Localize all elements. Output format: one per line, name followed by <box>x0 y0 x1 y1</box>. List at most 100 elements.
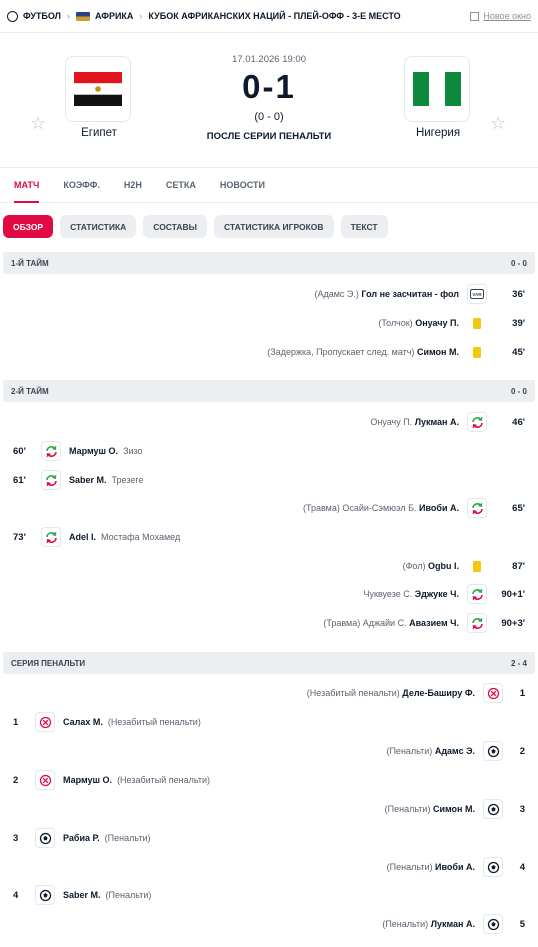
subtab-player-stats[interactable]: СТАТИСТИКА ИГРОКОВ <box>214 215 334 238</box>
substitution-icon <box>41 527 61 547</box>
player-name[interactable]: Saber M. <box>69 475 107 485</box>
africa-flag-icon <box>76 11 90 21</box>
penalty-scored-icon <box>483 857 503 877</box>
svg-text:VAR: VAR <box>472 292 482 297</box>
player-name[interactable]: Лукман А. <box>431 919 475 929</box>
player-name[interactable]: Симон М. <box>433 804 475 814</box>
egypt-flag-logo <box>65 56 131 122</box>
event-detail: (Толчок) <box>378 318 413 328</box>
subtabs: ОБЗОР СТАТИСТИКА СОСТАВЫ СТАТИСТИКА ИГРО… <box>0 203 538 250</box>
match-score: 0-1 <box>242 68 296 105</box>
penalty-row: 3 Рабиа Р. (Пенальти) <box>0 828 538 848</box>
yellow-card-icon <box>467 313 487 333</box>
event-detail: Мостафа Мохамед <box>101 532 181 542</box>
penalty-number: 3 <box>519 803 525 815</box>
penalty-row: (Незабитый пенальти) Деле-Баширу Ф. 1 <box>0 683 538 703</box>
event-detail: Чуквуезе С. <box>363 589 413 599</box>
penalty-scored-icon <box>483 741 503 761</box>
penalty-row: 1 Салах М. (Незабитый пенальти) <box>0 712 538 732</box>
subtab-overview[interactable]: ОБЗОР <box>3 215 54 238</box>
subtab-text[interactable]: ТЕКСТ <box>340 215 388 238</box>
penalty-number: 3 <box>13 832 19 844</box>
substitution-icon <box>467 584 487 604</box>
player-name[interactable]: Saber M. <box>63 890 101 900</box>
event-detail: (Пенальти) <box>384 804 431 814</box>
match-tabs: МАТЧ КОЭФФ. H2H СЕТКА НОВОСТИ <box>0 168 538 203</box>
new-window-link[interactable]: Новое окно <box>470 11 531 21</box>
match-header: ☆ Египет 17.01.2026 19:00 0-1 (0 - 0) ПО… <box>0 33 538 168</box>
event-row: (Адамс Э.) Гол не засчитан - фол VAR 36' <box>0 284 538 304</box>
away-team-name[interactable]: Нигерия <box>378 127 498 139</box>
event-minute: 39' <box>512 317 525 329</box>
player-name[interactable]: Ивоби А. <box>419 503 459 513</box>
event-detail: Трезеге <box>111 475 144 485</box>
tab-h2h[interactable]: H2H <box>124 180 142 202</box>
tab-bracket[interactable]: СЕТКА <box>166 180 196 202</box>
yellow-card-icon <box>467 556 487 576</box>
event-detail: (Травма) Осайи-Сэмюэл Б. <box>302 503 417 513</box>
player-name[interactable]: Adel I. <box>69 532 96 542</box>
player-name[interactable]: Адамс Э. <box>435 746 475 756</box>
penalty-number: 4 <box>519 861 525 873</box>
breadcrumb-region[interactable]: АФРИКА <box>76 11 133 21</box>
yellow-card-shape <box>473 317 481 329</box>
penalty-scored-icon <box>483 914 503 934</box>
player-name[interactable]: Мармуш О. <box>63 775 112 785</box>
player-name[interactable]: Симон М. <box>417 347 459 357</box>
tab-odds[interactable]: КОЭФФ. <box>63 180 100 202</box>
away-team[interactable] <box>404 56 472 122</box>
event-detail: Зизо <box>123 446 143 456</box>
event-detail: (Травма) Аджайи С. <box>323 618 407 628</box>
penalty-number: 2 <box>519 745 525 757</box>
subtab-lineups[interactable]: СОСТАВЫ <box>143 215 207 238</box>
tab-news[interactable]: НОВОСТИ <box>220 180 265 202</box>
yellow-card-shape <box>473 560 481 572</box>
player-name[interactable]: Онуачу П. <box>415 318 459 328</box>
match-datetime: 17.01.2026 19:00 <box>232 54 306 65</box>
event-minute: 61' <box>13 474 26 486</box>
event-row: 61' Saber M. Трезеге <box>0 470 538 490</box>
home-team-name[interactable]: Египет <box>39 127 159 139</box>
event-minute: 45' <box>512 346 525 358</box>
favorite-star-icon[interactable]: ☆ <box>490 113 506 134</box>
event-detail: (Незабитый пенальти) <box>117 775 211 785</box>
event-row: (Травма) Осайи-Сэмюэл Б. Ивоби А. 65' <box>0 498 538 518</box>
event-detail: (Фол) <box>402 561 426 571</box>
chevron-right-icon: › <box>139 11 143 21</box>
penalty-scored-icon <box>483 799 503 819</box>
penalty-scored-icon <box>35 828 55 848</box>
breadcrumb-competition[interactable]: КУБОК АФРИКАНСКИХ НАЦИЙ - ПЛЕЙ-ОФФ - 3-Е… <box>148 11 400 21</box>
player-name[interactable]: Лукман А. <box>415 417 459 427</box>
tab-match[interactable]: МАТЧ <box>14 180 40 203</box>
match-status: ПОСЛЕ СЕРИИ ПЕНАЛЬТИ <box>206 131 332 142</box>
penalty-missed-icon <box>483 683 503 703</box>
var-icon: VAR <box>467 284 487 304</box>
soccer-ball-icon <box>7 10 18 22</box>
player-name[interactable]: Авазием Ч. <box>409 618 459 628</box>
player-name[interactable]: Гол не засчитан - фол <box>361 289 459 299</box>
event-minute: 46' <box>512 416 525 428</box>
player-name[interactable]: Мармуш О. <box>69 446 118 456</box>
substitution-icon <box>467 498 487 518</box>
breadcrumb-sport[interactable]: ФУТБОЛ <box>7 10 61 22</box>
subtab-statistics[interactable]: СТАТИСТИКА <box>60 215 137 238</box>
event-row: 60' Мармуш О. Зизо <box>0 441 538 461</box>
player-name[interactable]: Ogbu I. <box>428 561 459 571</box>
event-detail: (Пенальти) <box>382 919 429 929</box>
second-half-header: 2-Й ТАЙМ 0 - 0 <box>3 380 535 402</box>
player-name[interactable]: Деле-Баширу Ф. <box>402 688 475 698</box>
event-row: (Задержка, Пропускает след. матч) Симон … <box>0 342 538 362</box>
home-team[interactable] <box>65 56 133 122</box>
substitution-icon <box>41 441 61 461</box>
player-name[interactable]: Ивоби А. <box>435 862 475 872</box>
event-row: (Толчок) Онуачу П. 39' <box>0 313 538 333</box>
penalty-number: 5 <box>519 918 525 930</box>
first-half-header: 1-Й ТАЙМ 0 - 0 <box>3 252 535 274</box>
penalty-number: 4 <box>13 889 19 901</box>
penalty-number: 2 <box>13 774 19 786</box>
player-name[interactable]: Салах М. <box>63 717 103 727</box>
player-name[interactable]: Рабиа Р. <box>63 833 100 843</box>
breadcrumb: ФУТБОЛ › АФРИКА › КУБОК АФРИКАНСКИХ НАЦИ… <box>0 0 538 33</box>
penalty-row: (Пенальти) Адамс Э. 2 <box>0 741 538 761</box>
player-name[interactable]: Эджуке Ч. <box>415 589 459 599</box>
